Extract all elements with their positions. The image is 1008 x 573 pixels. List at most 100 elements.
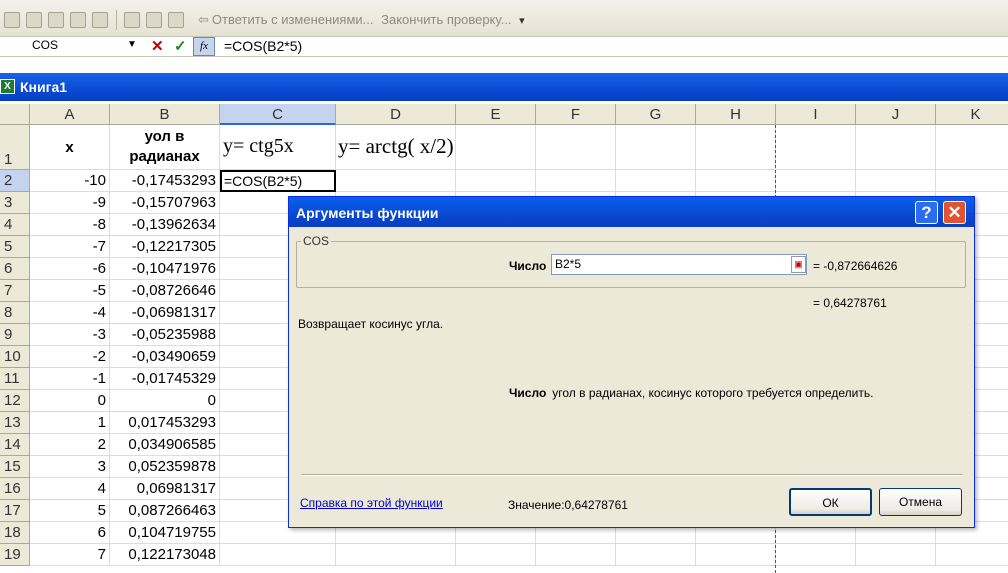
column-header-i[interactable]: I <box>776 104 856 125</box>
toolbar-icon-6[interactable] <box>124 12 140 28</box>
cell-a9[interactable]: -3 <box>30 324 110 346</box>
reply-with-changes-button[interactable]: ⇦ Ответить с изменениями... Закончить про… <box>198 12 525 28</box>
cell-b2[interactable]: -0,17453293 <box>110 170 220 192</box>
formula-input[interactable]: =COS(B2*5) <box>224 38 302 54</box>
cell-empty[interactable] <box>456 125 536 170</box>
cell-empty[interactable] <box>936 125 1008 170</box>
toolbar-options-icon[interactable]: ▾ <box>519 15 525 27</box>
cell-empty[interactable] <box>936 170 1008 192</box>
row-header-16[interactable]: 16 <box>0 478 30 500</box>
toolbar-icon-2[interactable] <box>26 12 42 28</box>
cell-empty[interactable] <box>936 544 1008 566</box>
cell-empty[interactable] <box>776 125 856 170</box>
cell-b5[interactable]: -0,12217305 <box>110 236 220 258</box>
row-header-2[interactable]: 2 <box>0 170 30 192</box>
cell-c1[interactable]: y= ctg5x <box>220 125 336 170</box>
cell-a17[interactable]: 5 <box>30 500 110 522</box>
column-header-e[interactable]: E <box>456 104 536 125</box>
cell-a18[interactable]: 6 <box>30 522 110 544</box>
row-header-19[interactable]: 19 <box>0 544 30 566</box>
cell-b13[interactable]: 0,017453293 <box>110 412 220 434</box>
cell-b8[interactable]: -0,06981317 <box>110 302 220 324</box>
cell-empty[interactable] <box>616 544 696 566</box>
cell-b1[interactable]: уол в радианах <box>110 125 220 170</box>
cell-b14[interactable]: 0,034906585 <box>110 434 220 456</box>
toolbar-icon-3[interactable] <box>48 12 64 28</box>
cell-a14[interactable]: 2 <box>30 434 110 456</box>
select-all-corner[interactable] <box>0 104 30 125</box>
close-icon[interactable]: ✕ <box>943 201 966 224</box>
cell-b3[interactable]: -0,15707963 <box>110 192 220 214</box>
column-header-d[interactable]: D <box>336 104 456 125</box>
cell-b18[interactable]: 0,104719755 <box>110 522 220 544</box>
cancel-formula-icon[interactable]: ✕ <box>151 37 164 55</box>
row-header-12[interactable]: 12 <box>0 390 30 412</box>
cell-empty[interactable] <box>776 170 856 192</box>
cell-empty[interactable] <box>616 125 696 170</box>
cell-a3[interactable]: -9 <box>30 192 110 214</box>
cell-empty[interactable] <box>776 544 856 566</box>
cell-empty[interactable] <box>856 170 936 192</box>
row-header-1[interactable]: 1 <box>0 125 30 170</box>
row-header-3[interactable]: 3 <box>0 192 30 214</box>
row-header-6[interactable]: 6 <box>0 258 30 280</box>
cell-empty[interactable] <box>856 544 936 566</box>
insert-function-button[interactable]: fx <box>193 37 215 56</box>
cell-b9[interactable]: -0,05235988 <box>110 324 220 346</box>
column-header-k[interactable]: K <box>936 104 1008 125</box>
cell-a7[interactable]: -5 <box>30 280 110 302</box>
cell-empty[interactable] <box>696 170 776 192</box>
cell-empty[interactable] <box>536 170 616 192</box>
cell-b12[interactable]: 0 <box>110 390 220 412</box>
column-header-g[interactable]: G <box>616 104 696 125</box>
row-header-15[interactable]: 15 <box>0 456 30 478</box>
cell-d1[interactable]: y= arctg( x/2) <box>336 125 456 170</box>
row-header-9[interactable]: 9 <box>0 324 30 346</box>
row-header-17[interactable]: 17 <box>0 500 30 522</box>
cell-b6[interactable]: -0,10471976 <box>110 258 220 280</box>
cell-b15[interactable]: 0,052359878 <box>110 456 220 478</box>
dialog-title-bar[interactable]: Аргументы функции ? ✕ <box>289 197 974 227</box>
row-header-11[interactable]: 11 <box>0 368 30 390</box>
row-header-8[interactable]: 8 <box>0 302 30 324</box>
collapse-dialog-icon[interactable]: ▣ <box>791 256 806 273</box>
cell-empty[interactable] <box>616 170 696 192</box>
name-box[interactable]: COS <box>0 37 145 56</box>
column-header-h[interactable]: H <box>696 104 776 125</box>
column-header-f[interactable]: F <box>536 104 616 125</box>
cell-b11[interactable]: -0,01745329 <box>110 368 220 390</box>
toolbar-icon-8[interactable] <box>168 12 184 28</box>
cell-empty[interactable] <box>536 125 616 170</box>
cell-b7[interactable]: -0,08726646 <box>110 280 220 302</box>
toolbar-icon-5[interactable] <box>92 12 108 28</box>
row-header-14[interactable]: 14 <box>0 434 30 456</box>
cell-empty[interactable] <box>696 125 776 170</box>
cell-a10[interactable]: -2 <box>30 346 110 368</box>
cell-empty[interactable] <box>696 544 776 566</box>
cell-a12[interactable]: 0 <box>30 390 110 412</box>
row-header-13[interactable]: 13 <box>0 412 30 434</box>
row-header-10[interactable]: 10 <box>0 346 30 368</box>
cell-a1[interactable]: x <box>30 125 110 170</box>
row-header-4[interactable]: 4 <box>0 214 30 236</box>
cell-a4[interactable]: -8 <box>30 214 110 236</box>
cell-empty[interactable] <box>856 125 936 170</box>
name-box-dropdown-icon[interactable]: ▼ <box>127 39 137 50</box>
argument-input[interactable]: B2*5 <box>551 254 807 275</box>
toolbar-icon-7[interactable] <box>146 12 162 28</box>
ok-button[interactable]: ОК <box>789 488 872 516</box>
cell-a8[interactable]: -4 <box>30 302 110 324</box>
help-icon[interactable]: ? <box>915 201 938 224</box>
column-header-c[interactable]: C <box>220 104 336 125</box>
cell-b17[interactable]: 0,087266463 <box>110 500 220 522</box>
cell-empty[interactable] <box>336 170 456 192</box>
row-header-7[interactable]: 7 <box>0 280 30 302</box>
cell-a11[interactable]: -1 <box>30 368 110 390</box>
excel-workbook-icon[interactable]: X <box>0 79 15 94</box>
column-header-a[interactable]: A <box>30 104 110 125</box>
cell-b19[interactable]: 0,122173048 <box>110 544 220 566</box>
cell-a16[interactable]: 4 <box>30 478 110 500</box>
active-cell-c2[interactable]: =COS(B2*5) <box>220 170 336 192</box>
cell-a19[interactable]: 7 <box>30 544 110 566</box>
cell-a15[interactable]: 3 <box>30 456 110 478</box>
